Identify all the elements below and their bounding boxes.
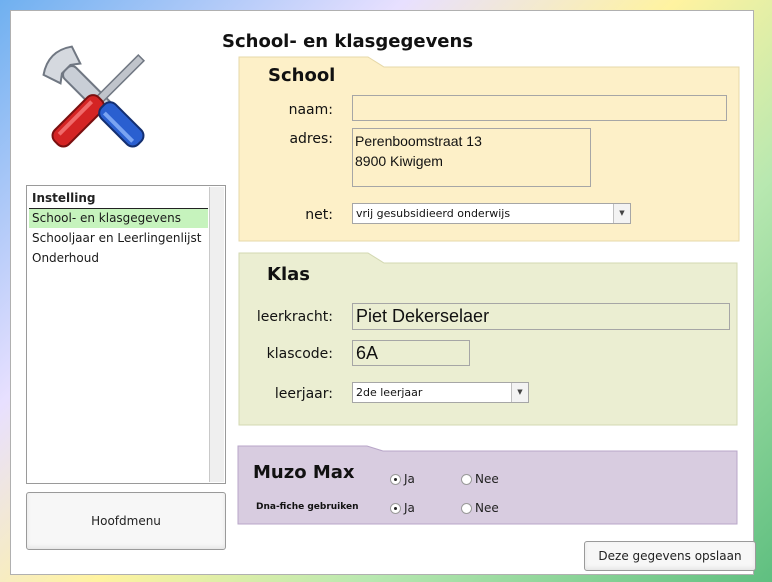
settings-list[interactable]: Instelling School- en klasgegevens Schoo…	[26, 185, 226, 484]
leerkracht-label: leerkracht:	[256, 309, 333, 325]
radio-button[interactable]	[461, 473, 472, 485]
net-select[interactable]: vrij gesubsidieerd onderwijs ▼	[352, 203, 631, 224]
naam-label: naam:	[288, 102, 333, 118]
save-button[interactable]: Deze gegevens opslaan	[584, 541, 756, 571]
adres-field[interactable]: Perenboomstraat 13 8900 Kiwigem	[352, 128, 591, 187]
dna-fiche-label: Dna-fiche gebruiken	[256, 502, 359, 512]
radio-label: Ja	[404, 472, 415, 486]
muzo-panel: Muzo Max Ja Nee Dna-fiche gebruiken Ja N…	[237, 445, 738, 525]
page-title: School- en klasgegevens	[222, 31, 474, 52]
hoofdmenu-button[interactable]: Hoofdmenu	[26, 492, 226, 550]
adres-label: adres:	[289, 131, 333, 147]
list-item-schooljaar[interactable]: Schooljaar en Leerlingenlijst	[29, 229, 208, 248]
list-item-school-klas[interactable]: School- en klasgegevens	[29, 209, 208, 228]
list-scrollbar[interactable]	[209, 187, 224, 482]
muzo-nee-option[interactable]: Nee	[461, 472, 499, 486]
naam-field[interactable]	[352, 95, 727, 121]
klascode-label: klascode:	[266, 346, 333, 362]
radio-label: Nee	[475, 472, 499, 486]
net-label: net:	[305, 207, 333, 223]
leerjaar-select[interactable]: 2de leerjaar ▼	[352, 382, 529, 403]
radio-button[interactable]	[390, 473, 401, 485]
radio-button[interactable]	[461, 502, 472, 514]
list-item-onderhoud[interactable]: Onderhoud	[29, 249, 208, 268]
leerjaar-select-value: 2de leerjaar	[356, 386, 423, 399]
school-title: School	[268, 65, 336, 86]
klas-title: Klas	[267, 264, 310, 285]
chevron-down-icon[interactable]: ▼	[511, 383, 528, 402]
dna-nee-option[interactable]: Nee	[461, 501, 499, 515]
adres-line-2: 8900 Kiwigem	[355, 153, 443, 169]
net-select-value: vrij gesubsidieerd onderwijs	[356, 207, 511, 220]
tools-icon	[42, 45, 146, 148]
chevron-down-icon[interactable]: ▼	[613, 204, 630, 223]
klascode-field[interactable]: 6A	[352, 340, 470, 366]
adres-line-1: Perenboomstraat 13	[355, 133, 482, 149]
klas-panel: Klas leerkracht: Piet Dekerselaer klasco…	[238, 252, 738, 426]
radio-label: Nee	[475, 501, 499, 515]
radio-label: Ja	[404, 501, 415, 515]
muzo-title: Muzo Max	[253, 462, 355, 483]
radio-button[interactable]	[390, 502, 401, 514]
list-header: Instelling	[29, 188, 208, 209]
leerjaar-label: leerjaar:	[274, 386, 333, 402]
leerkracht-field[interactable]: Piet Dekerselaer	[352, 303, 730, 330]
muzo-ja-option[interactable]: Ja	[390, 472, 415, 486]
dna-ja-option[interactable]: Ja	[390, 501, 415, 515]
school-panel: School naam: adres: Perenboomstraat 13 8…	[238, 56, 740, 242]
